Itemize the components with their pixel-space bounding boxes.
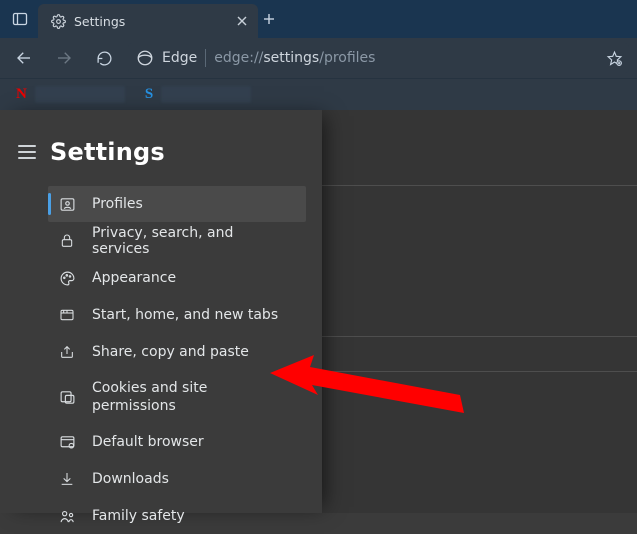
nav-label: Default browser xyxy=(92,434,204,450)
arrow-left-icon xyxy=(15,49,33,67)
menu-button[interactable] xyxy=(18,145,36,159)
nav-share[interactable]: Share, copy and paste xyxy=(48,334,306,370)
favorite-button[interactable] xyxy=(606,50,623,67)
forward-button[interactable] xyxy=(48,42,80,74)
panel-icon xyxy=(12,11,28,27)
lock-icon xyxy=(58,232,76,250)
window-tabs-icon xyxy=(58,306,76,324)
browser-tab[interactable]: Settings xyxy=(38,4,258,38)
divider xyxy=(205,49,206,67)
palette-icon xyxy=(58,269,76,287)
close-icon xyxy=(236,15,248,27)
plus-icon xyxy=(262,12,276,26)
tab-title: Settings xyxy=(74,14,228,29)
gear-icon xyxy=(50,13,66,29)
nav-label: Start, home, and new tabs xyxy=(92,307,278,323)
tab-actions-button[interactable] xyxy=(6,5,34,33)
address-bar[interactable]: Edge edge://settings/profiles xyxy=(128,43,629,73)
bookmark-label-redacted xyxy=(35,86,125,103)
back-button[interactable] xyxy=(8,42,40,74)
address-url: edge://settings/profiles xyxy=(214,50,375,66)
settings-nav: Profiles Privacy, search, and services A… xyxy=(16,186,306,534)
window-titlebar: Settings xyxy=(0,0,637,38)
settings-content: Settings Profiles Privacy, search, and s… xyxy=(0,110,637,513)
bookmark-icon: N xyxy=(16,86,27,103)
refresh-icon xyxy=(96,50,113,67)
nav-privacy[interactable]: Privacy, search, and services xyxy=(48,223,306,259)
nav-default-browser[interactable]: Default browser xyxy=(48,424,306,460)
nav-downloads[interactable]: Downloads xyxy=(48,461,306,497)
refresh-button[interactable] xyxy=(88,42,120,74)
nav-label: Privacy, search, and services xyxy=(92,225,294,257)
bookmark-label-redacted xyxy=(161,86,251,103)
nav-cookies[interactable]: Cookies and site permissions xyxy=(48,371,306,423)
nav-profiles[interactable]: Profiles xyxy=(48,186,306,222)
cookie-permissions-icon xyxy=(58,388,76,406)
family-icon xyxy=(58,507,76,525)
page-title: Settings xyxy=(50,138,165,166)
nav-start[interactable]: Start, home, and new tabs xyxy=(48,297,306,333)
bookmark-item-0[interactable]: N xyxy=(8,82,133,108)
share-icon xyxy=(58,343,76,361)
nav-label: Appearance xyxy=(92,270,176,286)
browser-default-icon xyxy=(58,433,76,451)
close-tab-button[interactable] xyxy=(236,15,248,27)
edge-logo-icon xyxy=(136,49,154,67)
bookmark-icon: S xyxy=(145,86,153,103)
bookmark-item-1[interactable]: S xyxy=(137,82,259,108)
new-tab-button[interactable] xyxy=(262,12,292,26)
nav-label: Family safety xyxy=(92,508,185,524)
nav-family[interactable]: Family safety xyxy=(48,498,306,534)
nav-appearance[interactable]: Appearance xyxy=(48,260,306,296)
arrow-right-icon xyxy=(55,49,73,67)
address-brand-label: Edge xyxy=(162,50,197,66)
nav-label: Cookies and site permissions xyxy=(92,379,294,415)
bookmarks-bar: N S xyxy=(0,78,637,110)
settings-detail-pane: n xyxy=(322,110,637,513)
nav-label: Downloads xyxy=(92,471,169,487)
person-card-icon xyxy=(58,195,76,213)
star-plus-icon xyxy=(606,50,623,67)
nav-label: Profiles xyxy=(92,196,143,212)
browser-toolbar: Edge edge://settings/profiles xyxy=(0,38,637,78)
nav-label: Share, copy and paste xyxy=(92,344,249,360)
settings-sidebar: Settings Profiles Privacy, search, and s… xyxy=(0,110,322,513)
download-icon xyxy=(58,470,76,488)
